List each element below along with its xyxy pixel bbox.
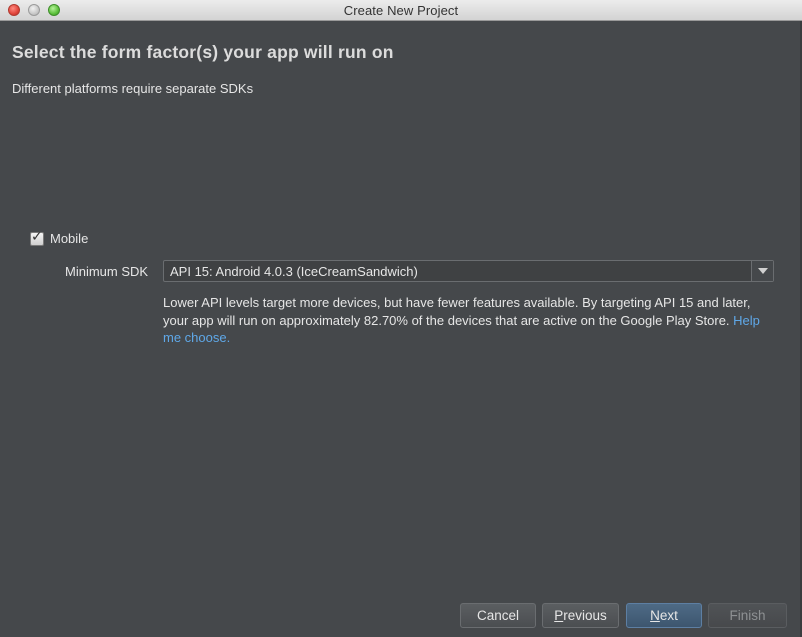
- window-title: Create New Project: [343, 3, 459, 18]
- page-title: Select the form factor(s) your app will …: [12, 42, 394, 62]
- page-subtitle: Different platforms require separate SDK…: [12, 81, 254, 96]
- previous-button[interactable]: Previous: [542, 603, 619, 628]
- sdk-info-text: Lower API levels target more devices, bu…: [163, 294, 763, 347]
- mobile-option: ✓ Mobile: [30, 227, 88, 246]
- next-label: ext: [659, 608, 678, 623]
- next-button[interactable]: Next: [626, 603, 702, 628]
- finish-button[interactable]: Finish: [708, 603, 787, 628]
- next-mnemonic: N: [650, 608, 660, 623]
- sdk-info-description: Lower API levels target more devices, bu…: [163, 295, 751, 328]
- chevron-down-icon: [758, 268, 768, 274]
- checkmark-icon: ✓: [31, 227, 43, 244]
- minimum-sdk-label: Minimum SDK: [65, 264, 149, 279]
- minimum-sdk-selected-value: API 15: Android 4.0.3 (IceCreamSandwich): [170, 264, 418, 279]
- title-bar: Create New Project: [0, 0, 802, 21]
- previous-label: revious: [563, 608, 607, 623]
- create-project-window: Create New Project Select the form facto…: [0, 0, 802, 637]
- dropdown-toggle-button[interactable]: [751, 261, 773, 281]
- mobile-checkbox-label[interactable]: Mobile: [50, 231, 88, 246]
- minimum-sdk-dropdown[interactable]: API 15: Android 4.0.3 (IceCreamSandwich): [163, 260, 774, 282]
- mobile-checkbox[interactable]: ✓: [30, 227, 44, 246]
- previous-mnemonic: P: [554, 608, 564, 623]
- cancel-button[interactable]: Cancel: [460, 603, 536, 628]
